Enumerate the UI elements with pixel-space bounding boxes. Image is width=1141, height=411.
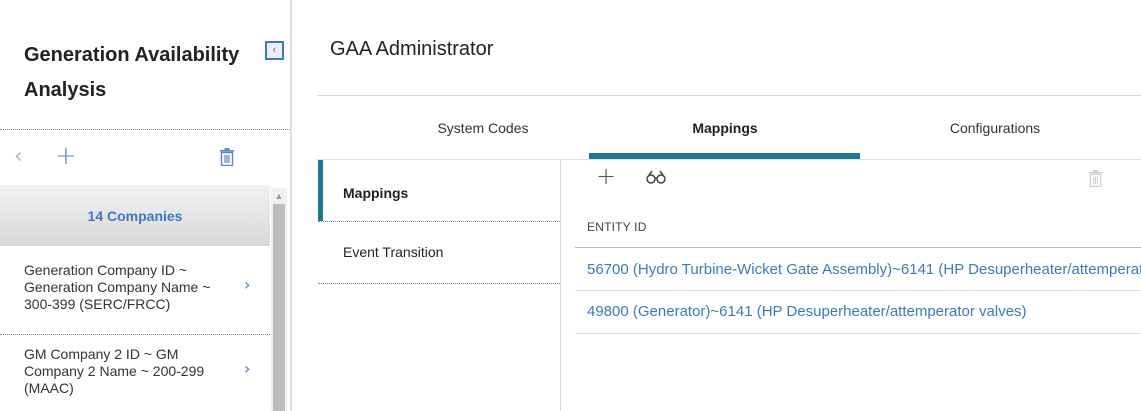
divider (318, 221, 560, 222)
subnav-item-event-transition[interactable]: Event Transition (343, 244, 443, 260)
table-row[interactable]: 56700 (Hydro Turbine-Wicket Gate Assembl… (587, 261, 1141, 278)
binoculars-icon[interactable] (646, 170, 666, 184)
trash-icon[interactable] (219, 148, 235, 166)
collapse-left-icon[interactable]: ‹ (265, 41, 284, 60)
companies-header[interactable]: 14 Companies (0, 185, 270, 246)
tab-configurations[interactable]: Configurations (930, 120, 1060, 136)
app-root: Generation Availability Analysis ‹ ‹ + 1… (0, 0, 1141, 411)
divider (0, 129, 292, 130)
subnav-active-indicator (318, 160, 323, 221)
left-toolbar: ‹ + (0, 140, 290, 176)
divider (318, 283, 560, 284)
list-item-label: Generation Company ID ~ Generation Compa… (24, 262, 211, 312)
page-title: GAA Administrator (330, 38, 494, 60)
tab-system-codes[interactable]: System Codes (413, 120, 553, 136)
chevron-left-icon[interactable]: ‹ (14, 144, 23, 169)
chevron-right-icon: › (244, 359, 251, 378)
list-item[interactable]: GM Company 2 ID ~ GM Company 2 Name ~ 20… (0, 346, 270, 404)
divider (560, 160, 561, 411)
table-row[interactable]: 49800 (Generator)~6141 (HP Desuperheater… (587, 303, 1141, 320)
column-header-entity-id[interactable]: ENTITY ID (587, 220, 647, 234)
subnav-item-mappings[interactable]: Mappings (343, 185, 408, 201)
list-item[interactable]: Generation Company ID ~ Generation Compa… (0, 262, 270, 320)
scrollbar[interactable]: ▲ (271, 188, 287, 411)
left-panel-title: Generation Availability Analysis (24, 44, 240, 101)
scroll-thumb[interactable] (273, 204, 285, 411)
divider (575, 290, 1141, 291)
divider (317, 159, 1141, 160)
divider (575, 247, 1141, 248)
plus-icon[interactable]: + (596, 162, 616, 190)
list-item-label: GM Company 2 ID ~ GM Company 2 Name ~ 20… (24, 346, 205, 396)
divider (0, 334, 270, 335)
tab-mappings[interactable]: Mappings (660, 120, 790, 136)
plus-icon[interactable]: + (55, 141, 77, 171)
chevron-right-icon: › (244, 275, 251, 294)
divider (317, 95, 1141, 96)
panel-divider (290, 0, 292, 411)
trash-icon[interactable] (1088, 170, 1103, 187)
scroll-up-icon[interactable]: ▲ (271, 190, 287, 202)
divider (575, 333, 1141, 334)
left-panel: Generation Availability Analysis ‹ ‹ + 1… (0, 0, 292, 411)
